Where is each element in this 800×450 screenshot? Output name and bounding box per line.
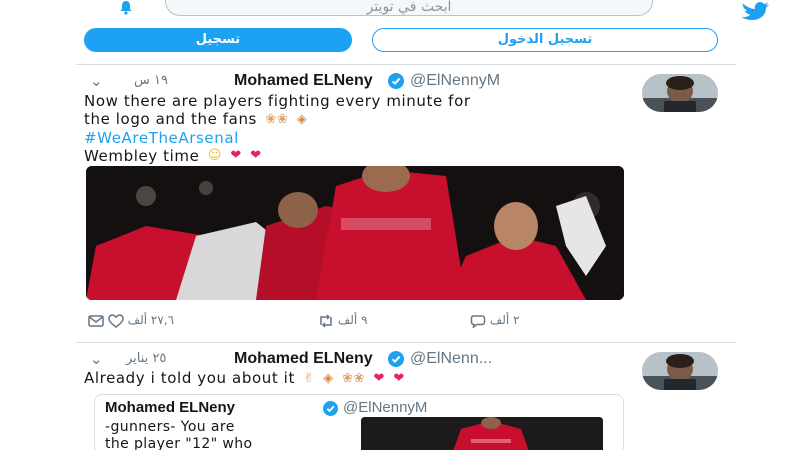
retweet-icon[interactable]	[318, 313, 334, 328]
chevron-down-icon[interactable]: ⌄	[90, 72, 103, 90]
quote-text-line: the player "12" who	[105, 436, 253, 450]
heart-icon: ❤	[250, 148, 262, 163]
avatar[interactable]	[642, 74, 718, 112]
quote-text-line: -gunners- You are	[105, 419, 235, 435]
twitter-bird-icon[interactable]	[740, 0, 770, 20]
tweet-image[interactable]	[86, 166, 624, 300]
verified-badge-icon	[323, 401, 338, 416]
auth-row: تسجيل تسجيل الدخول	[0, 28, 800, 52]
tweet-actions: ٢٧,٦ ألف ٩ ألف ٢ ألف	[88, 313, 628, 331]
author-handle[interactable]: @ElNennyM	[410, 72, 500, 90]
victory-hand-icon: ✌	[303, 370, 315, 386]
flexed-biceps-icon: ◈	[296, 111, 308, 127]
verified-badge-icon	[388, 351, 404, 367]
tweet-time[interactable]: ١٩ س	[134, 73, 168, 88]
verified-badge-icon	[388, 73, 404, 89]
tweet-text-line: Now there are players fighting every min…	[84, 92, 471, 110]
raised-hands-icon: ❀❀	[342, 370, 366, 386]
envelope-icon[interactable]	[88, 314, 104, 328]
tweet-text-line-emoji: Wembley time ☺ ❤ ❤	[84, 147, 644, 166]
quote-author-handle[interactable]: @ElNennyM	[343, 399, 427, 416]
author-handle[interactable]: @ElNenn...	[410, 350, 492, 368]
action-icons-left: ٢٧,٦ ألف	[88, 313, 174, 328]
signup-button[interactable]: تسجيل	[84, 28, 352, 52]
tweet-text-line: the logo and the fans	[84, 110, 257, 128]
heart-icon: ❤	[230, 148, 242, 163]
search-input[interactable]: ابحث في تويتر	[165, 0, 653, 16]
tweet-header: ⌄ ١٩ س Mohamed ELNeny @ElNennyM	[90, 72, 630, 92]
tweet-text: Now there are players fighting every min…	[84, 92, 644, 165]
tweet-text-line: Wembley time	[84, 146, 200, 165]
quote-text: -gunners- You are the player "12" who	[105, 419, 345, 450]
quote-author-name[interactable]: Mohamed ELNeny	[105, 399, 235, 416]
heart-icon: ❤	[373, 370, 386, 386]
divider	[76, 64, 736, 65]
bell-icon[interactable]	[118, 0, 134, 16]
quoted-tweet[interactable]: Mohamed ELNeny @ElNennyM -gunners- You a…	[94, 394, 624, 450]
reply-count: ٢ ألف	[489, 313, 520, 327]
author-name[interactable]: Mohamed ELNeny	[234, 350, 373, 368]
heart-eyes-icon: ☺	[207, 148, 222, 163]
tweet-2[interactable]: ⌄ ٢٥ يناير Mohamed ELNeny @ElNenn... Alr…	[76, 348, 736, 450]
retweet-count: ٩ ألف	[337, 313, 368, 327]
avatar[interactable]	[642, 352, 718, 390]
reply-action[interactable]: ٢ ألف	[470, 313, 520, 329]
heart-outline-icon[interactable]	[108, 313, 124, 328]
tweet-text-line: Already i told you about it	[84, 369, 295, 387]
tweet-text: Already i told you about it ✌ ◈ ❀❀ ❤ ❤	[84, 369, 644, 388]
author-name[interactable]: Mohamed ELNeny	[234, 72, 373, 90]
tweet-text-line-emoji: the logo and the fans ❀❀ ◈	[84, 110, 644, 129]
quote-image[interactable]	[361, 417, 603, 450]
heart-icon: ❤	[393, 370, 405, 386]
tweet-time[interactable]: ٢٥ يناير	[126, 351, 166, 366]
retweet-action[interactable]: ٩ ألف	[318, 313, 368, 328]
flexed-biceps-icon: ◈	[323, 370, 334, 386]
reply-icon[interactable]	[470, 314, 486, 329]
hashtag-link[interactable]: #WeAreTheArsenal	[84, 129, 644, 147]
divider	[76, 342, 736, 343]
top-bar: ابحث في تويتر	[0, 0, 800, 22]
chevron-down-icon[interactable]: ⌄	[90, 350, 103, 368]
login-button[interactable]: تسجيل الدخول	[372, 28, 718, 52]
like-count: ٢٧,٦ ألف	[127, 313, 175, 327]
raised-hands-icon: ❀❀	[265, 111, 289, 127]
tweet-1[interactable]: ⌄ ١٩ س Mohamed ELNeny @ElNennyM Now ther…	[76, 70, 736, 340]
tweet-header: ⌄ ٢٥ يناير Mohamed ELNeny @ElNenn...	[90, 350, 630, 370]
